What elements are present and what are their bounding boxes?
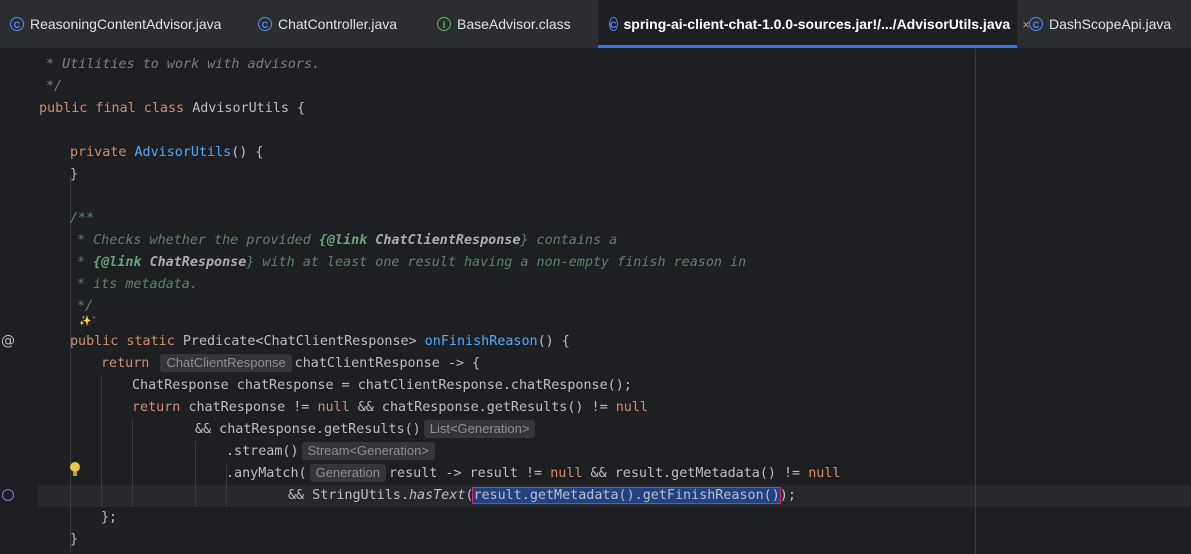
tab-label: DashScopeApi.java (1049, 16, 1172, 32)
code-line: */ (46, 79, 63, 94)
editor-gutter (0, 49, 38, 554)
code-line: .stream() Stream<Generation> (226, 441, 438, 463)
tab-label: ReasoningContentAdvisor.java (30, 16, 222, 32)
class-icon: C (1029, 17, 1043, 31)
active-tab-underline (598, 45, 1017, 48)
code-line: && StringUtils.hasText(result.getMetadat… (288, 487, 796, 504)
code-line: }; (101, 510, 118, 525)
inlay-type-hint: ChatClientResponse (160, 354, 292, 372)
code-line: * its metadata. (77, 277, 198, 292)
selected-expression[interactable]: result.getMetadata().getFinishReason() (472, 487, 781, 504)
class-icon: C (258, 17, 272, 31)
ai-assistant-icon[interactable] (2, 489, 14, 501)
class-icon: C (609, 17, 618, 31)
code-line: public final class AdvisorUtils { (39, 101, 306, 116)
class-icon: C (10, 17, 24, 31)
code-line: /** (70, 211, 95, 226)
tab-label: spring-ai-client-chat-1.0.0-sources.jar!… (623, 16, 1011, 32)
tab-label: BaseAdvisor.class (457, 16, 571, 32)
code-line: * {@link ChatResponse} with at least one… (77, 255, 747, 270)
right-margin-guide (975, 49, 976, 554)
indent-guide (132, 419, 133, 507)
indent-guide (101, 375, 102, 507)
code-line: .anyMatch(Generation result -> result != … (226, 464, 841, 482)
override-at-icon[interactable]: @ (1, 333, 15, 349)
code-line: return chatResponse != null && chatRespo… (132, 400, 648, 415)
code-line: * Utilities to work with advisors. (46, 57, 321, 72)
tab-chat-controller[interactable]: C ChatController.java (248, 0, 428, 48)
editor-tab-bar: C ReasoningContentAdvisor.java C ChatCon… (0, 0, 1191, 49)
code-line: * Checks whether the provided {@link Cha… (77, 233, 618, 248)
tab-advisor-utils[interactable]: C spring-ai-client-chat-1.0.0-sources.ja… (598, 0, 1030, 48)
tab-label: ChatController.java (278, 16, 398, 32)
tab-reasoning-content-advisor[interactable]: C ReasoningContentAdvisor.java (0, 0, 248, 48)
code-line: return ChatClientResponse chatClientRespo… (101, 354, 481, 372)
indent-guide (70, 177, 71, 553)
lightbulb-icon[interactable] (70, 462, 80, 472)
code-editor[interactable]: @ * Utilities to work with advisors. */ … (0, 49, 1191, 554)
indent-guide (195, 441, 196, 507)
inlay-type-hint: Stream<Generation> (301, 442, 435, 460)
inlay-type-hint: Generation (309, 464, 386, 482)
lightbulb-base (73, 472, 77, 476)
interface-icon: I (437, 17, 451, 31)
code-line: } (70, 167, 79, 182)
tab-base-advisor[interactable]: I BaseAdvisor.class (427, 0, 602, 48)
inlay-type-hint: List<Generation> (423, 420, 536, 438)
tab-dashscope-api[interactable]: C DashScopeApi.java (1019, 0, 1191, 48)
code-line: ChatResponse chatResponse = chatClientRe… (132, 378, 632, 393)
code-line: } (70, 532, 79, 547)
code-line: private AdvisorUtils() { (70, 145, 264, 160)
code-line: public static Predicate<ChatClientRespon… (70, 334, 570, 349)
ai-doc-toggle-icon[interactable]: ✨˅ (79, 315, 96, 329)
code-line: && chatResponse.getResults() List<Generat… (195, 419, 538, 441)
